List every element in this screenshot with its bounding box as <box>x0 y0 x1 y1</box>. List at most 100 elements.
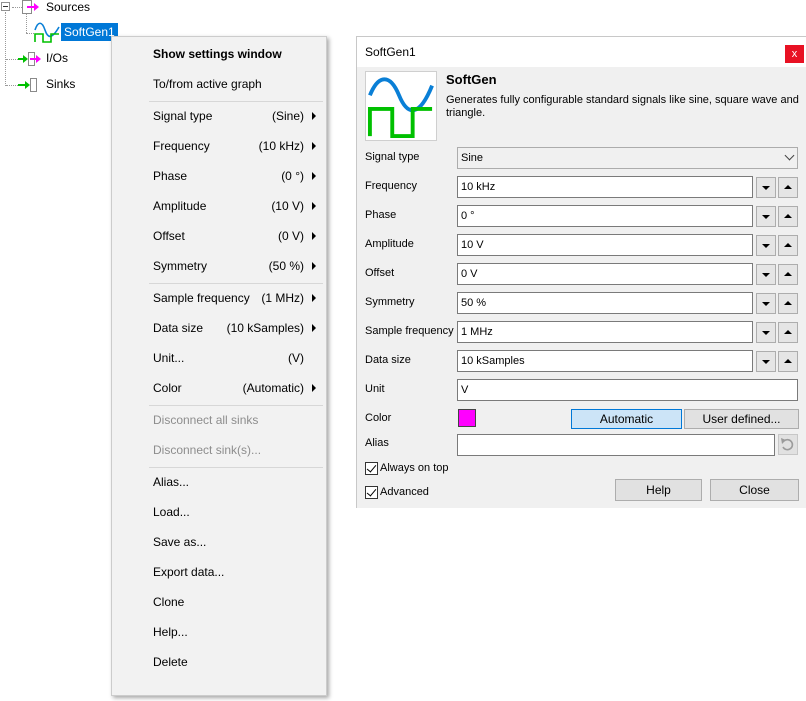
menu-item-symmetry[interactable]: Symmetry (50 %) <box>112 252 326 280</box>
window-titlebar[interactable]: SoftGen1 x <box>357 37 806 67</box>
menu-item-sample-frequency[interactable]: Sample frequency (1 MHz) <box>112 284 326 312</box>
close-button[interactable]: Close <box>710 479 799 501</box>
menu-item-label: Disconnect sink(s)... <box>153 443 262 457</box>
menu-item-value: (1 MHz) <box>261 291 304 305</box>
phase-increment-button[interactable] <box>778 206 798 227</box>
menu-item-to-from-active-graph[interactable]: To/from active graph <box>112 70 326 98</box>
phase-input[interactable]: 0 ° <box>457 205 753 227</box>
field-label: Data size <box>365 354 411 366</box>
sample-frequency-decrement-button[interactable] <box>756 322 776 343</box>
tree-item-sinks[interactable]: Sinks <box>0 76 80 96</box>
data-size-input[interactable]: 10 kSamples <box>457 350 753 372</box>
menu-item-value: (10 V) <box>271 199 304 213</box>
menu-item-clone[interactable]: Clone <box>112 588 326 616</box>
triangle-down-icon <box>762 215 770 219</box>
menu-item-delete[interactable]: Delete <box>112 648 326 676</box>
amplitude-decrement-button[interactable] <box>756 235 776 256</box>
menu-item-load[interactable]: Load... <box>112 498 326 526</box>
reset-alias-button[interactable] <box>778 434 798 455</box>
field-label: Unit <box>365 383 385 395</box>
triangle-down-icon <box>762 244 770 248</box>
frequency-increment-button[interactable] <box>778 177 798 198</box>
offset-increment-button[interactable] <box>778 264 798 285</box>
help-button[interactable]: Help <box>615 479 702 501</box>
unit-input[interactable]: V <box>457 379 798 401</box>
arrow-green-magenta-icon <box>18 52 41 66</box>
triangle-down-icon <box>762 273 770 277</box>
submenu-arrow-icon <box>312 262 316 270</box>
menu-item-frequency[interactable]: Frequency (10 kHz) <box>112 132 326 160</box>
menu-item-label: Alias... <box>153 475 190 489</box>
close-window-button[interactable]: x <box>785 45 804 63</box>
submenu-arrow-icon <box>312 294 316 302</box>
menu-item-offset[interactable]: Offset (0 V) <box>112 222 326 250</box>
menu-item-value: (10 kHz) <box>258 139 304 153</box>
submenu-arrow-icon <box>312 112 316 120</box>
advanced-checkbox[interactable] <box>365 486 378 499</box>
menu-item-signal-type[interactable]: Signal type (Sine) <box>112 102 326 130</box>
unit-row: Unit V <box>357 379 806 401</box>
menu-item-show-settings-window[interactable]: Show settings window <box>112 40 326 68</box>
tree-label: Sources <box>46 0 91 14</box>
menu-item-disconnect-sink-s: Disconnect sink(s)... <box>112 436 326 464</box>
symmetry-decrement-button[interactable] <box>756 293 776 314</box>
amplitude-input[interactable]: 10 V <box>457 234 753 256</box>
tree-connector <box>5 12 6 86</box>
select-value: Sine <box>461 152 484 164</box>
menu-item-label: Offset <box>153 229 185 243</box>
menu-item-color[interactable]: Color (Automatic) <box>112 374 326 402</box>
symmetry-row: Symmetry 50 % <box>357 292 806 314</box>
triangle-up-icon <box>784 301 792 305</box>
menu-item-label: Signal type <box>153 109 213 123</box>
color-row: Color Automatic User defined... <box>357 408 806 430</box>
sample-frequency-increment-button[interactable] <box>778 322 798 343</box>
triangle-down-icon <box>762 186 770 190</box>
offset-input[interactable]: 0 V <box>457 263 753 285</box>
triangle-down-icon <box>762 360 770 364</box>
phase-decrement-button[interactable] <box>756 206 776 227</box>
menu-item-data-size[interactable]: Data size (10 kSamples) <box>112 314 326 342</box>
automatic-color-button[interactable]: Automatic <box>571 409 682 429</box>
menu-item-export-data[interactable]: Export data... <box>112 558 326 586</box>
triangle-up-icon <box>784 330 792 334</box>
symmetry-input[interactable]: 50 % <box>457 292 753 314</box>
menu-item-label: Clone <box>153 595 185 609</box>
menu-item-amplitude[interactable]: Amplitude (10 V) <box>112 192 326 220</box>
user-defined-color-button[interactable]: User defined... <box>684 409 799 429</box>
menu-item-label: To/from active graph <box>153 77 262 91</box>
offset-decrement-button[interactable] <box>756 264 776 285</box>
frequency-decrement-button[interactable] <box>756 177 776 198</box>
sample-frequency-row: Sample frequency 1 MHz <box>357 321 806 343</box>
alias-input[interactable] <box>457 434 775 456</box>
triangle-down-icon <box>762 302 770 306</box>
tree-item-sources[interactable]: Sources <box>0 0 100 20</box>
frequency-input[interactable]: 10 kHz <box>457 176 753 198</box>
menu-item-help[interactable]: Help... <box>112 618 326 646</box>
amplitude-increment-button[interactable] <box>778 235 798 256</box>
always-on-top-checkbox[interactable] <box>365 462 378 475</box>
signal-type-select[interactable]: Sine <box>457 147 798 169</box>
frequency-row: Frequency 10 kHz <box>357 176 806 198</box>
menu-item-value: (Sine) <box>271 109 304 123</box>
menu-item-unit[interactable]: Unit... (V) <box>112 344 326 372</box>
menu-item-value: (Automatic) <box>242 381 304 395</box>
tree-item-softgen1[interactable]: SoftGen1 <box>34 22 118 43</box>
symmetry-increment-button[interactable] <box>778 293 798 314</box>
window-title: SoftGen1 <box>365 45 416 59</box>
color-swatch[interactable] <box>458 409 476 427</box>
menu-item-save-as[interactable]: Save as... <box>112 528 326 556</box>
menu-item-phase[interactable]: Phase (0 °) <box>112 162 326 190</box>
field-label: Offset <box>365 267 395 279</box>
menu-item-alias[interactable]: Alias... <box>112 468 326 496</box>
data-size-decrement-button[interactable] <box>756 351 776 372</box>
tree-item-ios[interactable]: I/Os <box>0 50 80 70</box>
app-description: Generates fully configurable standard si… <box>446 94 799 119</box>
submenu-arrow-icon <box>312 142 316 150</box>
sample-frequency-input[interactable]: 1 MHz <box>457 321 753 343</box>
triangle-up-icon <box>784 185 792 189</box>
signal-type-row: Signal type Sine <box>357 147 806 169</box>
field-label: Symmetry <box>365 296 415 308</box>
amplitude-row: Amplitude 10 V <box>357 234 806 256</box>
offset-row: Offset 0 V <box>357 263 806 285</box>
data-size-increment-button[interactable] <box>778 351 798 372</box>
